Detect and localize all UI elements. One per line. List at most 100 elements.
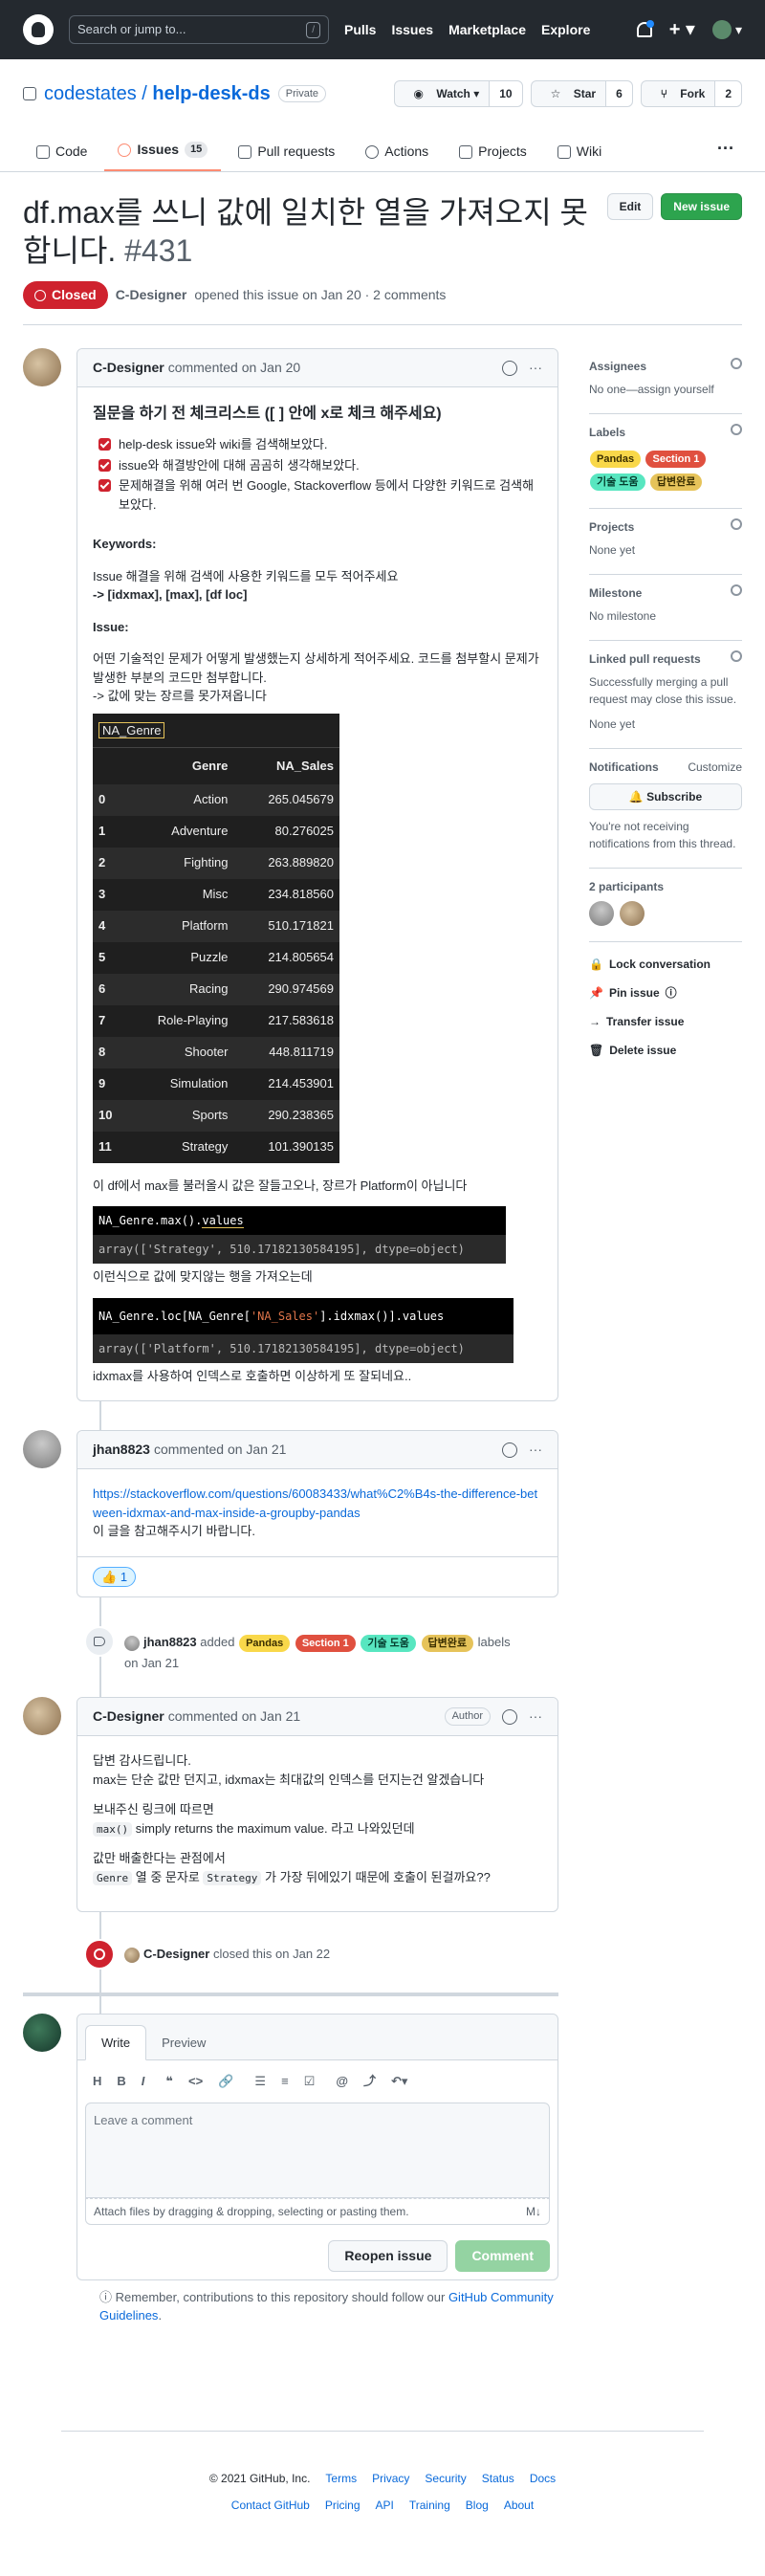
footer-link[interactable]: Pricing — [325, 2497, 361, 2514]
gear-icon[interactable] — [731, 584, 742, 596]
nav-explore[interactable]: Explore — [541, 20, 590, 40]
reaction-smile-icon[interactable] — [502, 360, 517, 376]
label-badge[interactable]: 기술 도움 — [361, 1635, 416, 1652]
search-input[interactable]: Search or jump to... / — [69, 15, 329, 44]
markdown-icon[interactable]: M↓ — [526, 2203, 541, 2220]
user-menu[interactable]: ▾ — [711, 20, 742, 40]
stackoverflow-link[interactable]: https://stackoverflow.com/questions/6008… — [93, 1485, 542, 1522]
pin-issue-link[interactable]: 📌 Pin issue ⓘ — [589, 979, 742, 1007]
avatar[interactable] — [23, 1430, 61, 1468]
fork-button[interactable]: ⑂ Fork 2 — [640, 80, 742, 107]
checkbox-checked-icon[interactable] — [98, 458, 111, 472]
repo-name-link[interactable]: help-desk-ds — [152, 83, 270, 104]
comment-button[interactable]: Comment — [455, 2239, 550, 2272]
tab-write[interactable]: Write — [85, 2024, 147, 2060]
actor-link[interactable]: C-Designer — [143, 1947, 209, 1961]
nav-marketplace[interactable]: Marketplace — [448, 20, 526, 40]
issue-author-link[interactable]: C-Designer — [116, 285, 187, 305]
link-icon[interactable]: 🔗 — [218, 2072, 233, 2091]
bold-icon[interactable]: B — [117, 2072, 125, 2091]
gear-icon[interactable] — [731, 650, 742, 662]
linked-prs-heading[interactable]: Linked pull requests — [589, 650, 701, 668]
tab-issues[interactable]: Issues 15 — [104, 132, 222, 171]
quote-icon[interactable]: ❝ — [165, 2072, 173, 2091]
avatar[interactable] — [23, 348, 61, 386]
reference-icon[interactable]: ⤴ — [363, 2072, 376, 2091]
nav-issues[interactable]: Issues — [391, 20, 433, 40]
footer-link[interactable]: Privacy — [372, 2470, 409, 2487]
footer-link[interactable]: API — [376, 2497, 394, 2514]
code-icon[interactable]: <> — [188, 2072, 203, 2091]
gear-icon[interactable] — [731, 518, 742, 530]
avatar[interactable] — [589, 901, 614, 926]
checkbox-checked-icon[interactable] — [98, 479, 111, 492]
assignees-heading[interactable]: Assignees — [589, 358, 646, 375]
footer-link[interactable]: Status — [482, 2470, 514, 2487]
event-time[interactable]: on Jan 21 — [124, 1656, 179, 1670]
comment-author-link[interactable]: jhan8823 — [93, 1440, 150, 1460]
tab-preview[interactable]: Preview — [146, 2026, 221, 2060]
star-count[interactable]: 6 — [605, 81, 632, 106]
label-badge[interactable]: Section 1 — [295, 1635, 356, 1652]
footer-link[interactable]: Blog — [466, 2497, 489, 2514]
footer-link[interactable]: Contact GitHub — [231, 2497, 310, 2514]
comment-author-link[interactable]: C-Designer — [93, 1706, 164, 1727]
transfer-issue-link[interactable]: → Transfer issue — [589, 1007, 742, 1036]
reaction-smile-icon[interactable] — [502, 1708, 517, 1725]
projects-heading[interactable]: Projects — [589, 518, 634, 536]
avatar[interactable] — [23, 1697, 61, 1735]
repo-owner-link[interactable]: codestates — [44, 83, 137, 104]
thumbs-up-reaction[interactable]: 👍 1 — [93, 1566, 137, 1587]
new-issue-button[interactable]: New issue — [661, 193, 742, 220]
tab-code[interactable]: Code — [23, 134, 100, 171]
reaction-smile-icon[interactable] — [502, 1442, 517, 1458]
star-button[interactable]: ☆ Star 6 — [530, 80, 633, 107]
footer-link[interactable]: Docs — [530, 2470, 556, 2487]
kebab-menu-icon[interactable]: ··· — [529, 1440, 542, 1460]
tab-projects[interactable]: Projects — [446, 134, 540, 171]
watch-count[interactable]: 10 — [489, 81, 522, 106]
edit-button[interactable]: Edit — [606, 193, 654, 220]
avatar[interactable] — [620, 901, 645, 926]
subscribe-button[interactable]: 🔔 Subscribe — [589, 783, 742, 810]
watch-button[interactable]: ◉ Watch ▾ 10 — [393, 80, 523, 107]
lock-conversation-link[interactable]: 🔒 Lock conversation — [589, 950, 742, 979]
customize-link[interactable]: Customize — [688, 759, 742, 776]
reply-icon[interactable]: ↶▾ — [391, 2072, 407, 2091]
nav-pulls[interactable]: Pulls — [344, 20, 376, 40]
comment-time[interactable]: commented on Jan 21 — [168, 1706, 301, 1727]
gear-icon[interactable] — [731, 424, 742, 435]
heading-icon[interactable]: H — [93, 2072, 101, 2091]
comment-textarea[interactable]: Leave a comment — [85, 2102, 550, 2198]
mention-icon[interactable]: @ — [336, 2072, 348, 2091]
label-badge[interactable]: 답변완료 — [421, 1635, 474, 1652]
assignees-value[interactable]: No one—assign yourself — [589, 381, 742, 398]
tab-pull-requests[interactable]: Pull requests — [225, 134, 348, 171]
tab-wiki[interactable]: Wiki — [544, 134, 615, 171]
label-badge[interactable]: Pandas — [239, 1635, 291, 1652]
attach-files-area[interactable]: Attach files by dragging & dropping, sel… — [85, 2197, 550, 2225]
avatar[interactable] — [124, 1947, 140, 1963]
fork-count[interactable]: 2 — [714, 81, 741, 106]
delete-issue-link[interactable]: 🗑 Delete issue — [589, 1036, 742, 1065]
checkbox-checked-icon[interactable] — [98, 438, 111, 451]
avatar[interactable] — [124, 1635, 140, 1651]
actor-link[interactable]: jhan8823 — [143, 1635, 197, 1649]
comment-time[interactable]: commented on Jan 21 — [154, 1440, 287, 1460]
footer-link[interactable]: Security — [425, 2470, 466, 2487]
notification-bell-icon[interactable] — [636, 20, 654, 37]
kebab-menu-icon[interactable]: ··· — [529, 1706, 542, 1727]
avatar[interactable] — [23, 2014, 61, 2052]
footer-link[interactable]: About — [504, 2497, 534, 2514]
label-badge[interactable]: Section 1 — [645, 451, 707, 468]
label-badge[interactable]: 기술 도움 — [590, 473, 645, 491]
comment-author-link[interactable]: C-Designer — [93, 358, 164, 378]
task-list-icon[interactable]: ☑ — [304, 2072, 316, 2091]
label-badge[interactable]: Pandas — [590, 451, 642, 468]
milestone-heading[interactable]: Milestone — [589, 584, 642, 602]
footer-link[interactable]: Terms — [325, 2470, 357, 2487]
github-logo-icon[interactable] — [23, 14, 54, 45]
kebab-menu-icon[interactable]: ··· — [529, 358, 542, 378]
comment-time[interactable]: commented on Jan 20 — [168, 358, 301, 378]
numbered-list-icon[interactable]: ≡ — [281, 2072, 289, 2091]
